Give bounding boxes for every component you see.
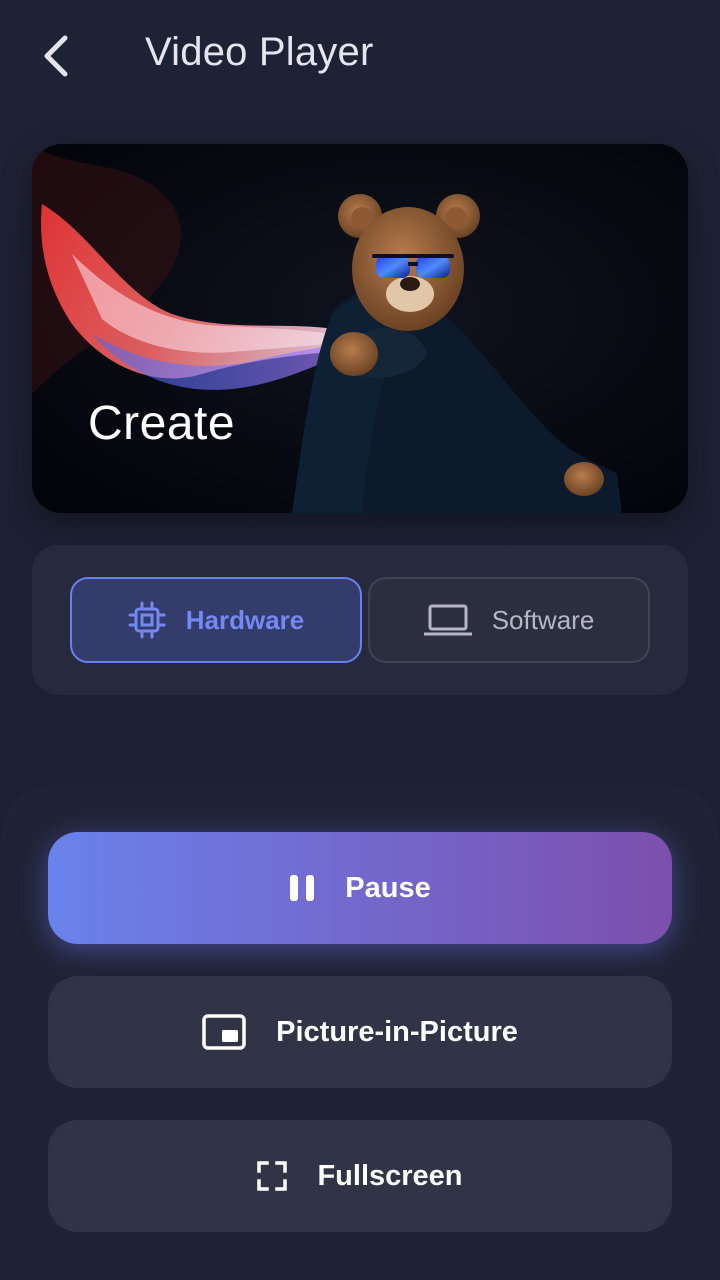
picture-in-picture-button[interactable]: Picture-in-Picture	[48, 976, 672, 1088]
laptop-icon	[423, 603, 472, 637]
back-button[interactable]	[28, 24, 84, 88]
cpu-chip-icon	[128, 601, 166, 639]
pip-label: Picture-in-Picture	[276, 1015, 518, 1048]
software-label: Software	[491, 604, 595, 635]
controls-sheet: Pause Picture-in-Picture Fullscreen	[0, 784, 720, 1280]
hardware-decoder-option[interactable]: Hardware	[70, 577, 362, 663]
page-title: Video Player	[145, 30, 374, 74]
software-decoder-option[interactable]: Software	[368, 577, 650, 663]
header: Video Player	[0, 0, 720, 110]
decoder-toggle: Hardware Software	[32, 545, 688, 695]
pause-icon	[289, 874, 315, 902]
video-frame[interactable]: Create	[32, 144, 688, 513]
video-still-image	[32, 144, 688, 513]
chevron-left-icon	[41, 34, 71, 78]
fullscreen-icon	[257, 1161, 288, 1191]
fullscreen-label: Fullscreen	[317, 1159, 463, 1192]
pause-button[interactable]: Pause	[48, 832, 672, 944]
fullscreen-button[interactable]: Fullscreen	[48, 1120, 672, 1232]
hardware-label: Hardware	[185, 604, 305, 635]
pause-label: Pause	[345, 871, 431, 904]
video-player-screen: Video Player Create Hardware Software Pa…	[0, 0, 720, 1280]
picture-in-picture-icon	[202, 1014, 246, 1050]
video-overlay-text: Create	[88, 397, 236, 450]
